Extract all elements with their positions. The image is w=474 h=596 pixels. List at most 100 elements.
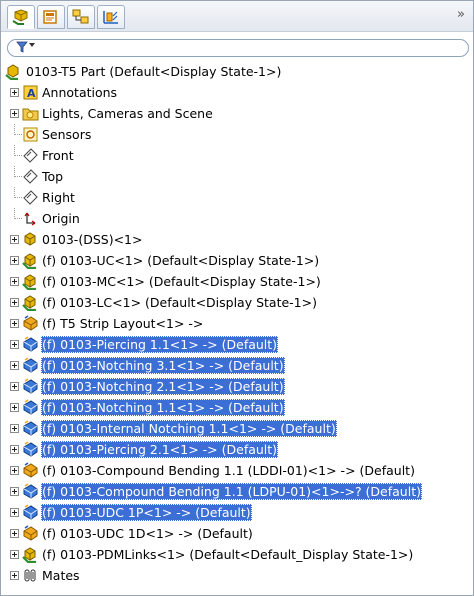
tree-connector bbox=[14, 197, 22, 198]
expand-toggle-icon[interactable] bbox=[10, 319, 19, 328]
tree-item[interactable]: Lights, Cameras and Scene bbox=[1, 103, 473, 124]
tree-item[interactable]: (f) 0103-UC<1> (Default<Display State-1>… bbox=[1, 250, 473, 271]
tree-connector bbox=[14, 218, 22, 219]
assembly-icon bbox=[22, 231, 39, 248]
part-icon bbox=[22, 462, 39, 479]
propertymanager-icon bbox=[43, 10, 57, 24]
expand-toggle-icon[interactable] bbox=[10, 487, 19, 496]
tree-item[interactable]: Sensors bbox=[1, 124, 473, 145]
configurationmanager-tab[interactable] bbox=[67, 5, 95, 29]
tree-item-label: (f) 0103-Piercing 1.1<1> -> (Default) bbox=[41, 336, 279, 353]
tree-connector bbox=[14, 134, 22, 135]
tree-item-label: Front bbox=[42, 148, 74, 163]
expand-toggle-icon[interactable] bbox=[10, 109, 19, 118]
expand-toggle-icon[interactable] bbox=[10, 361, 19, 370]
featuremanager-icon bbox=[12, 9, 28, 25]
expand-toggle-icon[interactable] bbox=[10, 571, 19, 580]
plane-icon bbox=[22, 147, 39, 164]
tree-filter-box[interactable] bbox=[7, 39, 469, 57]
part-blue-icon bbox=[22, 399, 39, 416]
tree-root-label: 0103-T5 Part (Default<Display State-1>) bbox=[26, 64, 282, 79]
assembly-green-icon bbox=[22, 546, 39, 564]
part-icon bbox=[22, 525, 39, 542]
tree-item[interactable]: (f) 0103-Compound Bending 1.1 (LDDI-01)<… bbox=[1, 460, 473, 481]
tree-item-label: (f) 0103-UC<1> (Default<Display State-1>… bbox=[42, 253, 320, 268]
tree-item-label: Sensors bbox=[42, 127, 92, 142]
dimxpert-tab[interactable] bbox=[97, 5, 125, 29]
tree-item-label: (f) 0103-Notching 1.1<1> -> (Default) bbox=[41, 399, 285, 416]
part-blue-icon bbox=[22, 504, 39, 521]
expand-toggle-icon[interactable] bbox=[10, 382, 19, 391]
expand-toggle-icon[interactable] bbox=[10, 88, 19, 97]
tree-item-label: (f) 0103-LC<1> (Default<Display State-1>… bbox=[42, 295, 317, 310]
tree-item[interactable]: (f) T5 Strip Layout<1> -> bbox=[1, 313, 473, 334]
expand-toggle-icon[interactable] bbox=[10, 277, 19, 286]
tree-item[interactable]: (f) 0103-Piercing 2.1<1> -> (Default) bbox=[1, 439, 473, 460]
propertymanager-tab[interactable] bbox=[37, 5, 65, 29]
tree-item-label: Lights, Cameras and Scene bbox=[42, 106, 213, 121]
tree-item[interactable]: (f) 0103-Notching 3.1<1> -> (Default) bbox=[1, 355, 473, 376]
expand-toggle-icon[interactable] bbox=[10, 466, 19, 475]
tree-item[interactable]: (f) 0103-Internal Notching 1.1<1> -> (De… bbox=[1, 418, 473, 439]
tree-item-label: (f) T5 Strip Layout<1> -> bbox=[42, 316, 204, 331]
tree-item[interactable]: A Annotations bbox=[1, 82, 473, 103]
assembly-green-icon bbox=[22, 252, 39, 270]
tree-item[interactable]: (f) 0103-UDC 1P<1> -> (Default) bbox=[1, 502, 473, 523]
tree-root-item[interactable]: 0103-T5 Part (Default<Display State-1>) bbox=[1, 61, 473, 82]
expand-toggle-icon[interactable] bbox=[10, 508, 19, 517]
tree-item[interactable]: (f) 0103-Compound Bending 1.1 (LDPU-01)<… bbox=[1, 481, 473, 502]
tree-item-label: (f) 0103-UDC 1D<1> -> (Default) bbox=[42, 526, 253, 541]
feature-manager-panel: » 0103-T5 Part (Default<Display State-1>… bbox=[0, 0, 474, 596]
tree-item[interactable]: Mates bbox=[1, 565, 473, 586]
tree-item[interactable]: Origin bbox=[1, 208, 473, 229]
annotations-icon: A bbox=[22, 84, 39, 101]
filter-icon[interactable] bbox=[16, 41, 28, 53]
tree-item-label: Right bbox=[42, 190, 75, 205]
tree-item-label: Annotations bbox=[42, 85, 118, 100]
tree-item[interactable]: Front bbox=[1, 145, 473, 166]
part-blue-icon bbox=[22, 378, 39, 395]
tab-overflow-button[interactable]: » bbox=[457, 7, 465, 22]
tree-item[interactable]: Right bbox=[1, 187, 473, 208]
tree-item-label: (f) 0103-UDC 1P<1> -> (Default) bbox=[41, 504, 252, 521]
configurationmanager-icon bbox=[72, 9, 89, 24]
assembly-green-icon bbox=[22, 294, 39, 312]
tree-item[interactable]: (f) 0103-MC<1> (Default<Display State-1>… bbox=[1, 271, 473, 292]
tree-connector bbox=[14, 176, 22, 177]
tree-item[interactable]: (f) 0103-Piercing 1.1<1> -> (Default) bbox=[1, 334, 473, 355]
tree-item[interactable]: 0103-(DSS)<1> bbox=[1, 229, 473, 250]
expand-toggle-icon[interactable] bbox=[10, 445, 19, 454]
expand-toggle-icon[interactable] bbox=[10, 235, 19, 244]
tree-item-label: (f) 0103-Compound Bending 1.1 (LDPU-01)<… bbox=[41, 483, 422, 500]
expand-toggle-icon[interactable] bbox=[10, 424, 19, 433]
part-icon bbox=[22, 315, 39, 332]
tree-item-label: (f) 0103-Internal Notching 1.1<1> -> (De… bbox=[41, 420, 337, 437]
dimxpert-icon bbox=[103, 11, 118, 24]
tree-connector bbox=[14, 155, 22, 156]
part-blue-icon bbox=[22, 441, 39, 458]
part-blue-icon bbox=[22, 357, 39, 374]
tree-item[interactable]: (f) 0103-LC<1> (Default<Display State-1>… bbox=[1, 292, 473, 313]
mates-icon bbox=[22, 567, 39, 584]
expand-toggle-icon[interactable] bbox=[10, 403, 19, 412]
tree-item[interactable]: (f) 0103-PDMLinks<1> (Default<Default_Di… bbox=[1, 544, 473, 565]
expand-toggle-icon[interactable] bbox=[10, 550, 19, 559]
featuremanager-tab[interactable] bbox=[7, 5, 35, 29]
filter-dropdown-icon[interactable] bbox=[29, 43, 35, 47]
expand-toggle-icon[interactable] bbox=[10, 340, 19, 349]
expand-toggle-icon[interactable] bbox=[10, 529, 19, 538]
origin-icon bbox=[22, 210, 39, 227]
tree-item[interactable]: (f) 0103-Notching 2.1<1> -> (Default) bbox=[1, 376, 473, 397]
expand-toggle-icon[interactable] bbox=[10, 298, 19, 307]
tree-item-label: (f) 0103-Notching 2.1<1> -> (Default) bbox=[41, 378, 285, 395]
expand-toggle-icon[interactable] bbox=[10, 256, 19, 265]
tree-item-label: (f) 0103-Piercing 2.1<1> -> (Default) bbox=[41, 441, 279, 458]
tree-item-label: 0103-(DSS)<1> bbox=[42, 232, 143, 247]
tree-item[interactable]: (f) 0103-UDC 1D<1> -> (Default) bbox=[1, 523, 473, 544]
svg-text:A: A bbox=[27, 87, 36, 100]
manager-tab-bar: » bbox=[1, 1, 473, 32]
tree-item[interactable]: (f) 0103-Notching 1.1<1> -> (Default) bbox=[1, 397, 473, 418]
tree-item[interactable]: Top bbox=[1, 166, 473, 187]
part-blue-icon bbox=[22, 420, 39, 437]
lights-folder-icon bbox=[22, 105, 39, 122]
